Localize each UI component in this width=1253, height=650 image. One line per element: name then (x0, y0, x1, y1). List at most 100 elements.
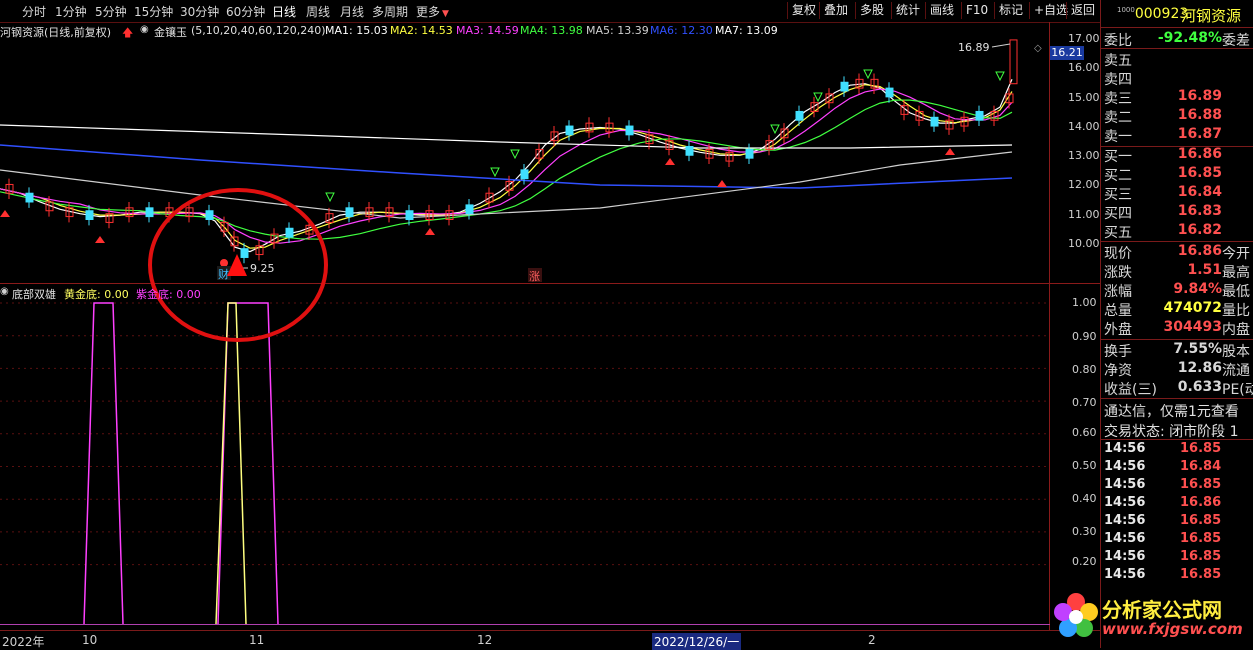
sell-row: 卖二 16.88 (1104, 107, 1253, 126)
sell-row-label: 卖三 (1104, 91, 1132, 107)
stat-row: 总量 474072 量比 (1104, 300, 1253, 319)
stat-row: 现价 16.86 今开 (1104, 243, 1253, 262)
price-tick: 10.00 (1068, 237, 1100, 250)
tick-row: 14:56 16.85 (1104, 531, 1253, 549)
stat-row: 外盘 304493 内盘 (1104, 319, 1253, 338)
price-tick: 15.00 (1068, 91, 1100, 104)
indicator-toggle-icon[interactable]: ◉ (0, 286, 9, 297)
buy-row: 买四 16.83 (1104, 203, 1253, 222)
candle-body (975, 110, 984, 121)
ma7-line (0, 124, 1013, 149)
gold-bottom-value: 黄金底: 0.00 (64, 288, 129, 301)
buy-row-label: 买四 (1104, 206, 1132, 222)
date-axis: 2022年 10 11 12 2022/12/26/一 2 (0, 630, 1100, 650)
tick-price: 16.85 (1180, 513, 1222, 528)
purple-bottom-line (217, 302, 279, 625)
stat-row-label: 总量 (1104, 303, 1132, 319)
low-price-label: 9.25 (250, 262, 275, 275)
tick-row: 14:56 16.85 (1104, 513, 1253, 531)
stat-row-value: 9.84% (1173, 281, 1222, 297)
ma2-line (0, 84, 1013, 249)
weibi-row: 委比 -92.48% 委差 (1104, 30, 1253, 49)
lower-indicator-title[interactable]: 底部双雄 (12, 286, 56, 302)
sell-row: 卖五 (1104, 50, 1253, 69)
divider (1101, 398, 1253, 399)
down-arrow-icon (863, 69, 873, 80)
up-arrow-icon (717, 180, 727, 187)
tick-row: 14:56 16.84 (1104, 459, 1253, 477)
date-label: 2022年 (2, 635, 45, 649)
candle-body (625, 125, 634, 136)
buy-row: 买一 16.86 (1104, 146, 1253, 165)
date-label: 11 (249, 633, 265, 647)
up-arrow-icon (425, 228, 435, 235)
stat-row-label: 换手 (1104, 344, 1132, 360)
price-tick: 16.00 (1068, 61, 1100, 74)
stat-row-label: 净资 (1104, 363, 1132, 379)
stat-row: 涨幅 9.84% 最低 (1104, 281, 1253, 300)
tick-time: 14:56 (1104, 477, 1146, 492)
buy-row-value: 16.82 (1177, 222, 1222, 238)
buy-row-label: 买五 (1104, 225, 1132, 241)
down-arrow-icon (490, 167, 500, 178)
stat-row-label: 外盘 (1104, 322, 1132, 338)
weicha-label: 委差 (1222, 33, 1250, 49)
purple-bottom-value: 紫金底: 0.00 (136, 288, 201, 301)
tick-row: 14:56 16.85 (1104, 567, 1253, 585)
current-price-tag: 16.21 (1050, 46, 1084, 60)
tick-time: 14:56 (1104, 459, 1146, 474)
buy-row-label: 买二 (1104, 168, 1132, 184)
indicator-tick: 0.70 (1072, 396, 1097, 409)
tick-time: 14:56 (1104, 531, 1146, 546)
tick-row: 14:56 16.86 (1104, 495, 1253, 513)
stat-row-label: 涨幅 (1104, 284, 1132, 300)
candle-body (465, 204, 474, 215)
sell-row-label: 卖二 (1104, 110, 1132, 126)
buy-row-value: 16.86 (1177, 146, 1222, 162)
stat-row-ext: 股本 (1222, 344, 1250, 360)
notice-link[interactable]: 通达信，仅需1元查看 (1104, 401, 1239, 421)
stat-row-ext: 流通 (1222, 363, 1250, 379)
date-cursor-label: 2022/12/26/一 (652, 633, 742, 650)
date-label: 10 (82, 633, 98, 647)
stat-row-ext: 最低 (1222, 284, 1250, 300)
candle-body (85, 210, 94, 221)
stat-row-value: 16.86 (1177, 243, 1222, 259)
indicator-tick: 0.60 (1072, 426, 1097, 439)
indicator-axis: 1.00 0.90 0.80 0.70 0.60 0.50 0.40 0.30 … (1050, 290, 1100, 630)
divider (1101, 48, 1253, 49)
high-pointer (991, 43, 1011, 48)
watermark: 分析家公式网 www.fxjgsw.com (1048, 592, 1253, 648)
tick-row: 14:56 16.85 (1104, 477, 1253, 495)
tick-price: 16.85 (1180, 549, 1222, 564)
stat-row-ext: 今开 (1222, 246, 1250, 262)
kline-chart[interactable]: 16.89 9.25 财 涨 ◇ (0, 0, 1100, 648)
tick-price: 16.84 (1180, 459, 1222, 474)
tick-price: 16.86 (1180, 495, 1222, 510)
sell-row-value: 16.89 (1177, 88, 1222, 104)
candle-body (205, 210, 214, 221)
indicator-tick: 1.00 (1072, 296, 1097, 309)
down-arrow-icon (770, 124, 780, 135)
sell-row: 卖四 (1104, 69, 1253, 88)
quote-panel: 1000000923 河钢资源 委比 -92.48% 委差 卖五 卖四 卖三 16.8… (1100, 0, 1253, 648)
sell-row-value: 16.88 (1177, 107, 1222, 123)
lower-pane-info: ◉ 底部双雄 黄金底: 0.00 紫金底: 0.00 (0, 285, 1050, 301)
tick-price: 16.85 (1180, 567, 1222, 582)
buy-row-value: 16.83 (1177, 203, 1222, 219)
buy-row: 买二 16.85 (1104, 165, 1253, 184)
tick-price: 16.85 (1180, 531, 1222, 546)
stat-row-ext: 最高 (1222, 265, 1250, 281)
sell-row-label: 卖一 (1104, 129, 1132, 145)
candle-body (885, 87, 894, 98)
price-tick: 13.00 (1068, 149, 1100, 162)
diamond-icon: ◇ (1034, 43, 1042, 54)
candle-body (240, 248, 249, 258)
up-arrow-icon (95, 236, 105, 243)
stat-row: 收益(三) 0.633 PE(动 (1104, 379, 1253, 398)
stat-row-ext: 内盘 (1222, 322, 1250, 338)
stat-row: 净资 12.86 流通 (1104, 360, 1253, 379)
price-tick: 12.00 (1068, 178, 1100, 191)
stat-row-label: 现价 (1104, 246, 1132, 262)
down-arrow-icon (813, 92, 823, 103)
